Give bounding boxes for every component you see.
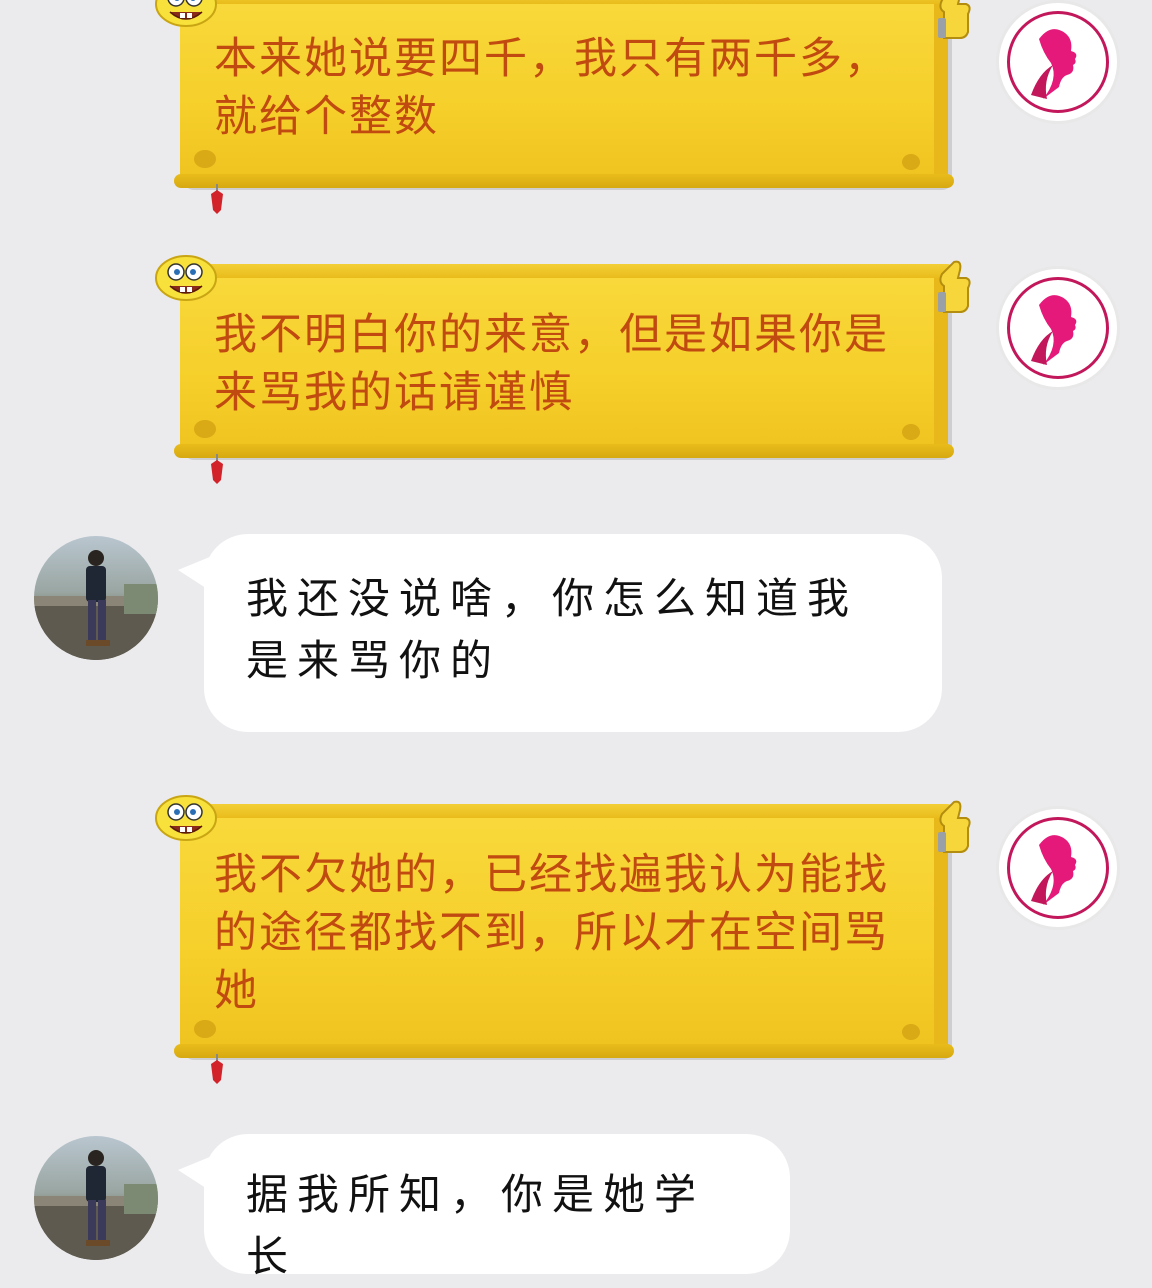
avatar-her[interactable] <box>996 266 1120 390</box>
scroll-bubble[interactable]: 本来她说要四千，我只有两千多，就给个整数 <box>155 0 971 214</box>
woman-profile-logo-icon <box>1031 835 1077 905</box>
message-text: 我还没说啥，你怎么知道我是来骂你的 <box>246 574 859 685</box>
white-bubble[interactable]: 我还没说啥，你怎么知道我是来骂你的 <box>178 534 942 732</box>
person-photo-icon <box>34 550 158 660</box>
avatar-her[interactable] <box>996 0 1120 124</box>
woman-profile-logo-icon <box>1031 295 1077 365</box>
spongebob-icon <box>155 255 217 301</box>
thumbs-up-icon <box>938 0 971 39</box>
person-photo-icon <box>34 1150 158 1260</box>
scroll-dot <box>902 154 920 170</box>
red-tassel-icon <box>211 454 223 484</box>
avatar-him[interactable] <box>34 536 158 660</box>
scroll-dot <box>194 1020 216 1038</box>
scroll-dot <box>194 420 216 438</box>
scroll-dot <box>902 1024 920 1040</box>
spongebob-icon <box>155 0 217 27</box>
message-text: 据我所知，你是她学长 <box>246 1170 706 1281</box>
scroll-dot <box>902 424 920 440</box>
red-tassel-icon <box>211 184 223 214</box>
white-bubble[interactable]: 据我所知，你是她学长 <box>178 1134 790 1281</box>
thumbs-up-icon <box>938 260 971 313</box>
scroll-dot <box>194 150 216 168</box>
message-text: 本来她说要四千，我只有两千多，就给个整数 <box>214 34 889 142</box>
spongebob-icon <box>155 795 217 841</box>
scroll-bubble[interactable]: 我不明白你的来意，但是如果你是来骂我的话请谨慎 <box>155 255 971 484</box>
avatar-her[interactable] <box>996 806 1120 930</box>
red-tassel-icon <box>211 1054 223 1084</box>
woman-profile-logo-icon <box>1031 29 1077 99</box>
scroll-bubble[interactable]: 我不欠她的，已经找遍我认为能找的途径都找不到，所以才在空间骂她 <box>155 795 971 1084</box>
message-text: 我不欠她的，已经找遍我认为能找的途径都找不到，所以才在空间骂她 <box>214 850 889 1016</box>
avatar-him[interactable] <box>34 1136 158 1260</box>
thumbs-up-icon <box>938 800 971 853</box>
message-text: 我不明白你的来意，但是如果你是来骂我的话请谨慎 <box>214 310 889 418</box>
